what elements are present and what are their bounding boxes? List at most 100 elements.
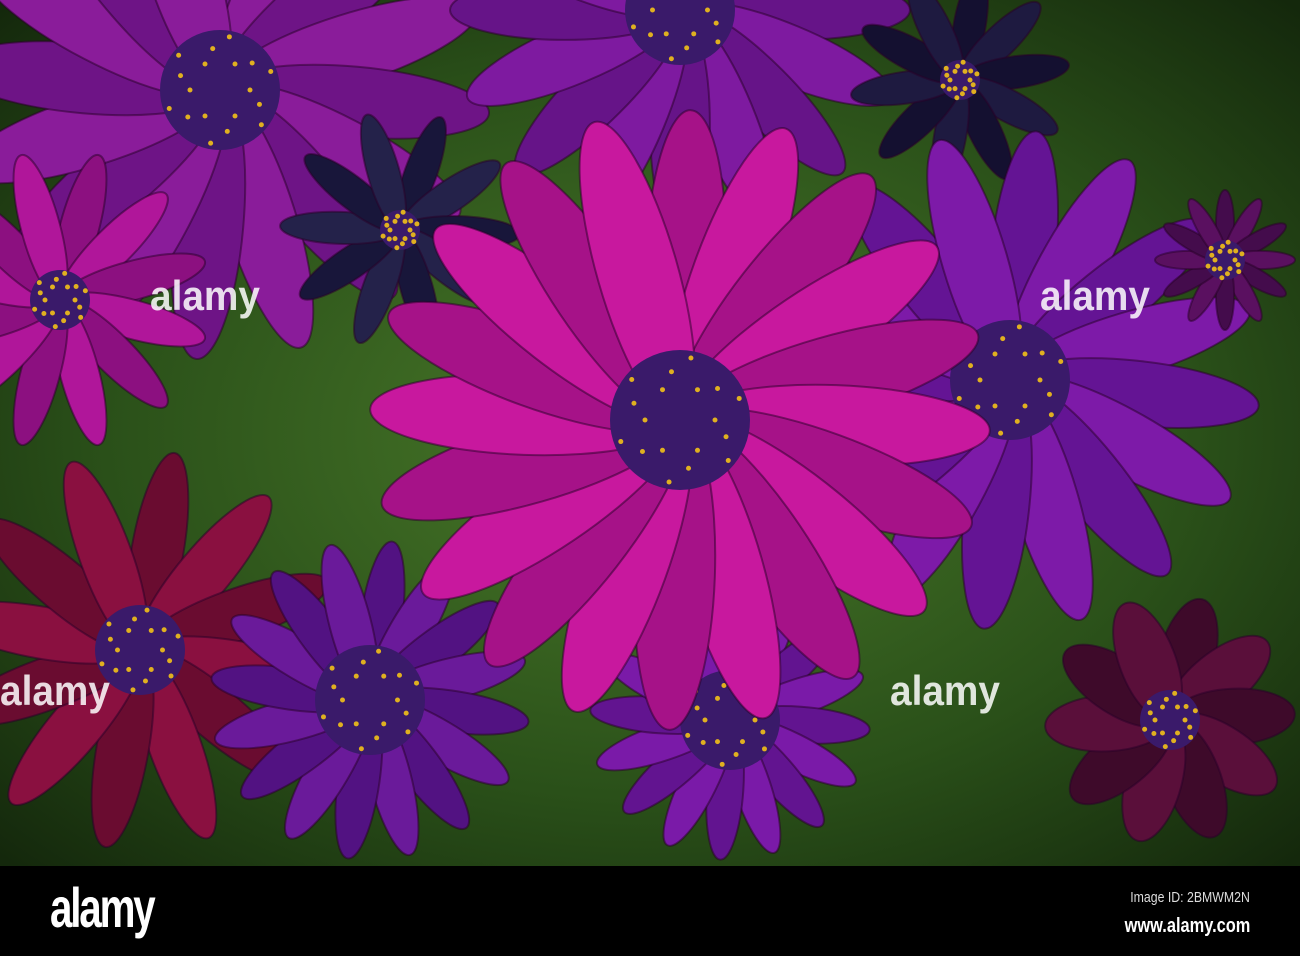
pollen-dot: [956, 395, 962, 401]
pollen-dot: [713, 20, 719, 26]
pollen-dot: [130, 687, 136, 693]
pollen-dot: [992, 403, 998, 409]
pollen-dot: [65, 310, 70, 316]
pollen-dot: [952, 86, 958, 92]
pollen-dot: [53, 276, 59, 282]
pollen-dot: [660, 387, 665, 393]
pollen-dot: [702, 717, 708, 723]
watermark-text: alamy: [1040, 272, 1151, 319]
pollen-dot: [166, 105, 172, 111]
pollen-dot: [396, 672, 402, 678]
pollen-dot: [106, 621, 112, 627]
pollen-dot: [977, 377, 983, 383]
pollen-dot: [249, 60, 255, 66]
pollen-dot: [77, 304, 83, 310]
pollen-dot: [160, 647, 165, 653]
pollen-dot: [1235, 262, 1241, 268]
pollen-dot: [1211, 266, 1217, 272]
pollen-dot: [395, 213, 401, 219]
pollen-dot: [694, 705, 700, 711]
pollen-dot: [1182, 717, 1188, 723]
pollen-dot: [142, 678, 148, 684]
pollen-dot: [414, 221, 420, 227]
pollen-dot: [1212, 257, 1218, 263]
pollen-dot: [185, 114, 191, 120]
pollen-dot: [394, 245, 400, 251]
pollen-dot: [78, 314, 84, 320]
flower-center: [610, 350, 750, 490]
pollen-dot: [629, 377, 635, 383]
pollen-dot: [52, 324, 58, 330]
pollen-dot: [208, 140, 214, 146]
pollen-dot: [968, 68, 974, 74]
pollen-dot: [1142, 726, 1148, 732]
pollen-dot: [650, 7, 655, 13]
pollen-dot: [1160, 730, 1165, 736]
pollen-dot: [72, 297, 78, 303]
pollen-dot: [268, 69, 274, 75]
pollen-dot: [715, 695, 720, 701]
pollen-dot: [705, 7, 710, 13]
pollen-dot: [232, 61, 238, 67]
pollen-dot: [32, 306, 38, 312]
pollen-dot: [760, 729, 766, 735]
pollen-dot: [686, 465, 692, 471]
pollen-dot: [1163, 696, 1169, 702]
pollen-dot: [1208, 245, 1214, 251]
pollen-dot: [113, 667, 119, 673]
pollen-dot: [408, 218, 414, 224]
pollen-dot: [1187, 724, 1193, 730]
flower-center: [160, 30, 280, 150]
pollen-dot: [663, 31, 669, 37]
pollen-dot: [715, 386, 721, 392]
footer-bar: alamy Image ID: 2BMWM2N www.alamy.com: [0, 866, 1300, 956]
pollen-dot: [340, 697, 345, 703]
flower-center: [315, 645, 425, 755]
flower-photo: alamy alamy alamy alamy: [0, 0, 1300, 866]
pollen-dot: [376, 648, 382, 654]
pollen-dot: [1232, 257, 1238, 263]
pollen-dot: [1175, 704, 1180, 710]
pollen-dot: [1227, 248, 1233, 254]
pollen-dot: [258, 122, 264, 128]
pollen-dot: [660, 447, 665, 453]
pollen-dot: [395, 697, 400, 703]
pollen-dot: [955, 63, 961, 69]
pollen-dot: [1188, 734, 1194, 740]
pollen-dot: [148, 628, 154, 634]
pollen-dot: [402, 236, 408, 242]
pollen-dot: [943, 65, 949, 71]
pollen-dot: [256, 101, 262, 107]
pollen-dot: [187, 87, 193, 93]
pollen-dot: [648, 32, 654, 38]
pollen-dot: [1236, 269, 1242, 275]
image-id: Image ID: 2BMWM2N: [1130, 889, 1250, 906]
pollen-dot: [1227, 266, 1233, 272]
pollen-dot: [618, 439, 624, 445]
pollen-dot: [954, 95, 960, 101]
pollen-dot: [402, 218, 408, 224]
pollen-dot: [178, 73, 184, 79]
pollen-dot: [62, 270, 68, 276]
pollen-dot: [399, 241, 405, 247]
pollen-dot: [1022, 351, 1028, 357]
pollen-dot: [944, 72, 950, 78]
pollen-dot: [975, 404, 981, 410]
pollen-dot: [411, 239, 417, 245]
pollen-dot: [691, 31, 697, 37]
pollen-dot: [971, 89, 977, 95]
pollen-dot: [168, 673, 174, 679]
flower-center: [30, 270, 90, 330]
pollen-dot: [65, 284, 70, 290]
pollen-dot: [387, 227, 393, 233]
pollen-dot: [386, 236, 392, 242]
pollen-dot: [962, 86, 968, 92]
pollen-dot: [37, 290, 43, 296]
pollen-dot: [940, 83, 946, 89]
pollen-dot: [962, 68, 968, 74]
pollen-dot: [410, 232, 416, 238]
pollen-dot: [666, 479, 672, 485]
pollen-dot: [50, 310, 55, 316]
pollen-dot: [167, 658, 173, 664]
pollen-dot: [700, 739, 706, 745]
